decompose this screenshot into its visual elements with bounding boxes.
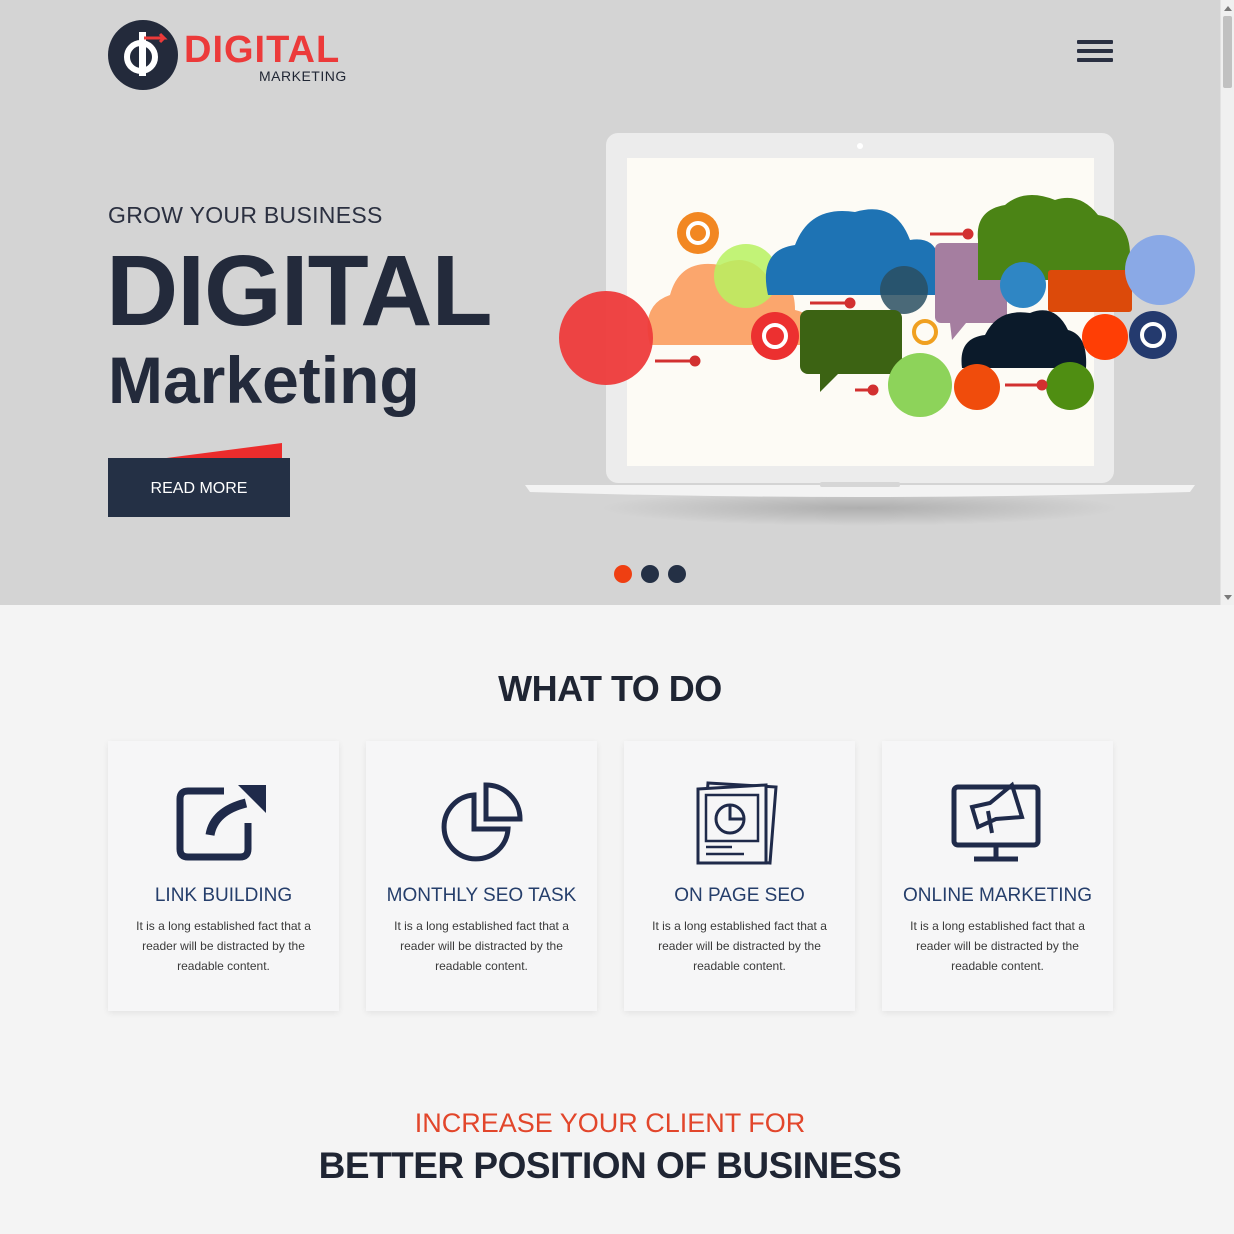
- service-card-on-page-seo[interactable]: ON PAGE SEO It is a long established fac…: [624, 741, 855, 1011]
- service-text: It is a long established fact that a rea…: [652, 919, 827, 973]
- slider-dot-2[interactable]: [641, 565, 659, 583]
- laptop-cloud-illustration: [525, 133, 1195, 526]
- hero-subtitle: Marketing: [108, 343, 420, 417]
- service-title: LINK BUILDING: [154, 885, 293, 906]
- read-more-button[interactable]: READ MORE: [108, 458, 290, 517]
- service-title: ON PAGE SEO: [674, 885, 805, 906]
- scroll-down-icon[interactable]: [1224, 595, 1232, 600]
- scroll-up-icon[interactable]: [1224, 6, 1232, 11]
- service-card-link-building[interactable]: LINK BUILDING It is a long established f…: [108, 741, 339, 1011]
- logo-tagline: MARKETING: [259, 68, 347, 84]
- hero-kicker: GROW YOUR BUSINESS: [108, 202, 383, 228]
- services-title: WHAT TO DO: [498, 668, 722, 709]
- service-card-monthly-seo[interactable]: MONTHLY SEO TASK It is a long establishe…: [366, 741, 597, 1011]
- scrollbar-thumb[interactable]: [1223, 16, 1232, 88]
- services-cards: LINK BUILDING It is a long established f…: [108, 741, 1114, 1011]
- slider-dot-1[interactable]: [614, 565, 632, 583]
- page-scrollbar[interactable]: [1220, 0, 1234, 605]
- hero-title: DIGITAL: [106, 235, 493, 347]
- service-text: It is a long established fact that a rea…: [136, 919, 311, 973]
- slider-dots: [614, 565, 695, 583]
- clients-kicker: INCREASE YOUR CLIENT FOR: [414, 1108, 806, 1138]
- site-logo[interactable]: DIGITAL MARKETING: [108, 20, 358, 92]
- external-link-icon: [176, 785, 266, 861]
- pie-chart-icon: [441, 782, 523, 862]
- clients-title: BETTER POSITION OF BUSINESS: [318, 1145, 902, 1186]
- service-card-online-marketing[interactable]: ONLINE MARKETING It is a long establishe…: [882, 741, 1113, 1011]
- hamburger-menu-icon[interactable]: [1077, 40, 1113, 62]
- hero-section: DIGITAL MARKETING GROW YOUR BUSINESS DIG…: [0, 0, 1220, 605]
- monitor-megaphone-icon: [951, 781, 1041, 862]
- seo-report-icon: [696, 781, 778, 865]
- logo-title: DIGITAL: [184, 29, 341, 71]
- service-text: It is a long established fact that a rea…: [910, 919, 1085, 973]
- logo-mark-icon: [108, 20, 178, 90]
- service-title: MONTHLY SEO TASK: [386, 885, 577, 906]
- service-text: It is a long established fact that a rea…: [394, 919, 569, 973]
- service-title: ONLINE MARKETING: [903, 885, 1092, 906]
- slider-dot-3[interactable]: [668, 565, 686, 583]
